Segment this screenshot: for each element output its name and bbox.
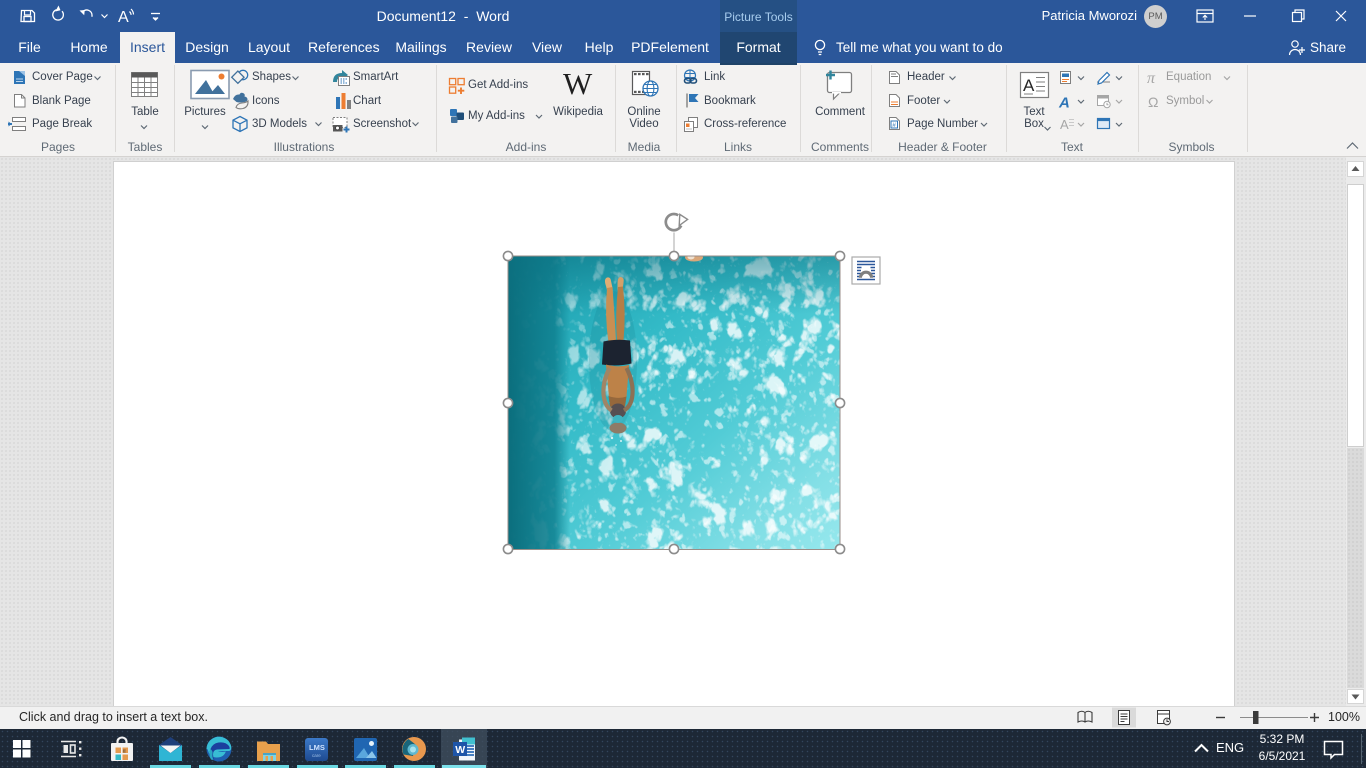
svg-text:A: A xyxy=(1058,95,1070,112)
svg-text:π: π xyxy=(1147,70,1156,87)
svg-text:Ω: Ω xyxy=(1148,94,1158,110)
svg-text:A: A xyxy=(118,9,129,26)
svg-text:care: care xyxy=(312,753,321,758)
svg-text:W: W xyxy=(563,66,593,101)
svg-text:LMS: LMS xyxy=(309,743,325,752)
svg-text:#: # xyxy=(892,122,896,129)
svg-text:A: A xyxy=(1060,117,1069,132)
svg-text:α: α xyxy=(123,749,126,755)
svg-text:W: W xyxy=(455,744,465,756)
svg-text:A: A xyxy=(1023,76,1035,95)
